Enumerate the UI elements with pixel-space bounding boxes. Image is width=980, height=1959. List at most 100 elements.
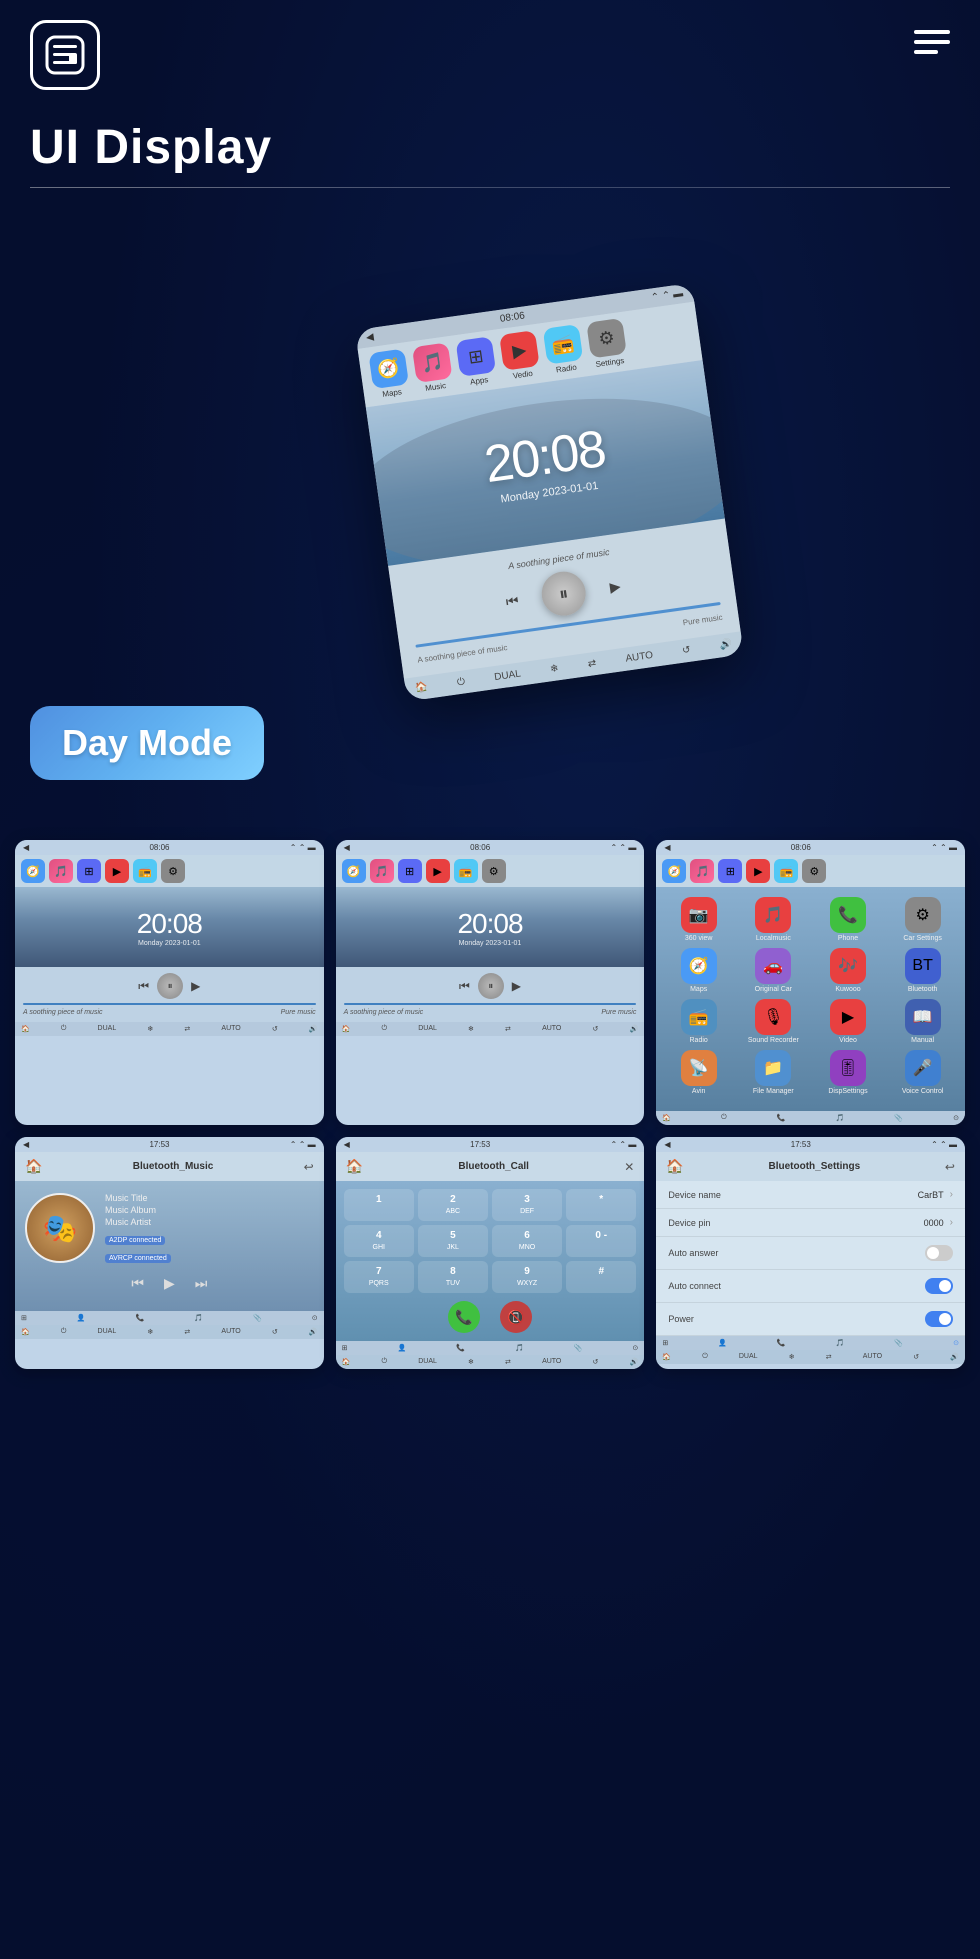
sc5-key-6[interactable]: 6MNO bbox=[492, 1225, 562, 1257]
sc4-play[interactable]: ▶ bbox=[164, 1275, 175, 1292]
sc5-key-4[interactable]: 4GHI bbox=[344, 1225, 414, 1257]
sc4-b-grid[interactable]: ⊞ bbox=[21, 1314, 27, 1322]
nav-app-settings[interactable]: ⚙ Settings bbox=[586, 317, 628, 369]
sc5-key-5[interactable]: 5JKL bbox=[418, 1225, 488, 1257]
sc6-b2-sync[interactable]: ⇄ bbox=[826, 1353, 832, 1361]
sc3-app-carsettings[interactable]: ⚙ Car Settings bbox=[888, 897, 957, 942]
sc5-call-btn[interactable]: 📞 bbox=[448, 1301, 480, 1333]
sc5-b2-power[interactable]: ⏻ bbox=[382, 1358, 388, 1366]
sc6-b-circle[interactable]: ⊙ bbox=[953, 1339, 959, 1347]
sc2-b-dual[interactable]: DUAL bbox=[418, 1025, 437, 1033]
sc1-maps[interactable]: 🧭 bbox=[21, 859, 45, 883]
player-play-btn[interactable]: ⏸ bbox=[539, 568, 589, 618]
sc5-key-1[interactable]: 1 bbox=[344, 1189, 414, 1221]
sc2-b-power[interactable]: ⏻ bbox=[382, 1025, 388, 1033]
sc1-b-vol[interactable]: 🔊 bbox=[309, 1025, 318, 1033]
sc5-end-btn[interactable]: 📵 bbox=[500, 1301, 532, 1333]
sc4-b-circle[interactable]: ⊙ bbox=[312, 1314, 318, 1322]
sc2-maps[interactable]: 🧭 bbox=[342, 859, 366, 883]
sc5-b2-freeze[interactable]: ❄ bbox=[468, 1358, 474, 1366]
sc3-app-filemanager[interactable]: 📁 File Manager bbox=[739, 1050, 808, 1095]
sc1-apps[interactable]: ⊞ bbox=[77, 859, 101, 883]
sc4-b-phone[interactable]: 📞 bbox=[136, 1314, 145, 1322]
sc4-b-person[interactable]: 👤 bbox=[77, 1314, 86, 1322]
sc6-b-phone[interactable]: 📞 bbox=[777, 1339, 786, 1347]
sc3-b-music[interactable]: 🎵 bbox=[836, 1114, 845, 1122]
sc5-b2-dual[interactable]: DUAL bbox=[418, 1358, 437, 1366]
nav-app-music[interactable]: 🎵 Music bbox=[412, 342, 454, 394]
sc3-app-radio[interactable]: 📻 Radio bbox=[664, 999, 733, 1044]
sc2-prev[interactable]: ⏮ bbox=[459, 979, 470, 994]
sc6-b-person[interactable]: 👤 bbox=[718, 1339, 727, 1347]
sc6-b2-dual[interactable]: DUAL bbox=[739, 1353, 758, 1361]
sc6-device-name-chevron[interactable]: › bbox=[950, 1189, 953, 1200]
sc4-b-clip[interactable]: 📎 bbox=[253, 1314, 262, 1322]
sc3-app-kuwooo[interactable]: 🎶 Kuwooo bbox=[814, 948, 883, 993]
sc2-b-sync[interactable]: ⇄ bbox=[505, 1025, 511, 1033]
sc6-back[interactable]: ◀ bbox=[664, 1140, 670, 1149]
sc5-b-music[interactable]: 🎵 bbox=[515, 1344, 524, 1352]
player-prev-btn[interactable]: ⏮ bbox=[496, 585, 528, 617]
sc2-b-vol[interactable]: 🔊 bbox=[630, 1025, 639, 1033]
sc6-b2-home[interactable]: 🏠 bbox=[662, 1353, 671, 1361]
sc2-b-refresh[interactable]: ↺ bbox=[593, 1025, 599, 1033]
sc3-app-manual[interactable]: 📖 Manual bbox=[888, 999, 957, 1044]
sc4-b2-home[interactable]: 🏠 bbox=[21, 1328, 30, 1336]
sc6-b2-auto[interactable]: AUTO bbox=[863, 1353, 882, 1361]
sc5-b2-vol[interactable]: 🔊 bbox=[630, 1358, 639, 1366]
sc3-b-circle[interactable]: ⊙ bbox=[953, 1114, 959, 1122]
sc5-close[interactable]: ✕ bbox=[624, 1160, 634, 1174]
sc3-b-power[interactable]: ⏻ bbox=[721, 1114, 727, 1122]
sc1-b-refresh[interactable]: ↺ bbox=[272, 1025, 278, 1033]
sc5-back[interactable]: ◀ bbox=[344, 1140, 350, 1149]
sc5-b2-home[interactable]: 🏠 bbox=[342, 1358, 351, 1366]
sc4-back[interactable]: ◀ bbox=[23, 1140, 29, 1149]
sc2-settings[interactable]: ⚙ bbox=[482, 859, 506, 883]
sc1-music[interactable]: 🎵 bbox=[49, 859, 73, 883]
sc2-radio[interactable]: 📻 bbox=[454, 859, 478, 883]
sc6-b-clip[interactable]: 📎 bbox=[894, 1339, 903, 1347]
sc3-b-clip[interactable]: 📎 bbox=[894, 1114, 903, 1122]
sc3-app-avin[interactable]: 📡 Avin bbox=[664, 1050, 733, 1095]
bottom-wifi[interactable]: ⇄ bbox=[587, 657, 597, 669]
sc6-b2-vol[interactable]: 🔊 bbox=[950, 1353, 959, 1361]
sc2-apps[interactable]: ⊞ bbox=[398, 859, 422, 883]
sc1-b-home[interactable]: 🏠 bbox=[21, 1025, 30, 1033]
sc2-next[interactable]: ▶ bbox=[512, 979, 521, 993]
sc5-b-circle[interactable]: ⊙ bbox=[632, 1344, 638, 1352]
sc2-back[interactable]: ◀ bbox=[344, 843, 350, 852]
sc5-b2-sync[interactable]: ⇄ bbox=[505, 1358, 511, 1366]
sc3-app-maps[interactable]: 🧭 Maps bbox=[664, 948, 733, 993]
sc2-music[interactable]: 🎵 bbox=[370, 859, 394, 883]
sc6-auto-answer-toggle[interactable] bbox=[925, 1245, 953, 1261]
sc5-key-8[interactable]: 8TUV bbox=[418, 1261, 488, 1293]
sc3-app-voicecontrol[interactable]: 🎤 Voice Control bbox=[888, 1050, 957, 1095]
sc6-b-music[interactable]: 🎵 bbox=[836, 1339, 845, 1347]
sc1-next[interactable]: ▶ bbox=[191, 979, 200, 993]
sc6-return[interactable]: ↩ bbox=[945, 1160, 955, 1174]
sc4-b2-power[interactable]: ⏻ bbox=[61, 1328, 67, 1336]
sc3-radio[interactable]: 📻 bbox=[774, 859, 798, 883]
sc1-b-sync[interactable]: ⇄ bbox=[184, 1025, 190, 1033]
sc5-b-clip[interactable]: 📎 bbox=[574, 1344, 583, 1352]
sc1-b-freeze[interactable]: ❄ bbox=[147, 1025, 153, 1033]
bottom-dual[interactable]: DUAL bbox=[494, 668, 522, 683]
sc3-settings[interactable]: ⚙ bbox=[802, 859, 826, 883]
sc4-home[interactable]: 🏠 bbox=[25, 1158, 42, 1175]
sc6-b-grid[interactable]: ⊞ bbox=[662, 1339, 668, 1347]
bottom-snowflake[interactable]: ❄ bbox=[549, 663, 559, 675]
sc1-prev[interactable]: ⏮ bbox=[138, 979, 149, 994]
sc5-b2-refresh[interactable]: ↺ bbox=[593, 1358, 599, 1366]
sc4-b2-vol[interactable]: 🔊 bbox=[309, 1328, 318, 1336]
sc3-music[interactable]: 🎵 bbox=[690, 859, 714, 883]
bottom-home[interactable]: 🏠 bbox=[415, 681, 429, 694]
sc5-home[interactable]: 🏠 bbox=[346, 1158, 363, 1175]
sc6-home[interactable]: 🏠 bbox=[666, 1158, 683, 1175]
sc2-b-freeze[interactable]: ❄ bbox=[468, 1025, 474, 1033]
sc5-key-2[interactable]: 2ABC bbox=[418, 1189, 488, 1221]
sc1-radio[interactable]: 📻 bbox=[133, 859, 157, 883]
sc4-b-music[interactable]: 🎵 bbox=[194, 1314, 203, 1322]
sc2-video[interactable]: ▶ bbox=[426, 859, 450, 883]
sc1-play[interactable]: ⏸ bbox=[157, 973, 183, 999]
sc6-b2-refresh[interactable]: ↺ bbox=[913, 1353, 919, 1361]
